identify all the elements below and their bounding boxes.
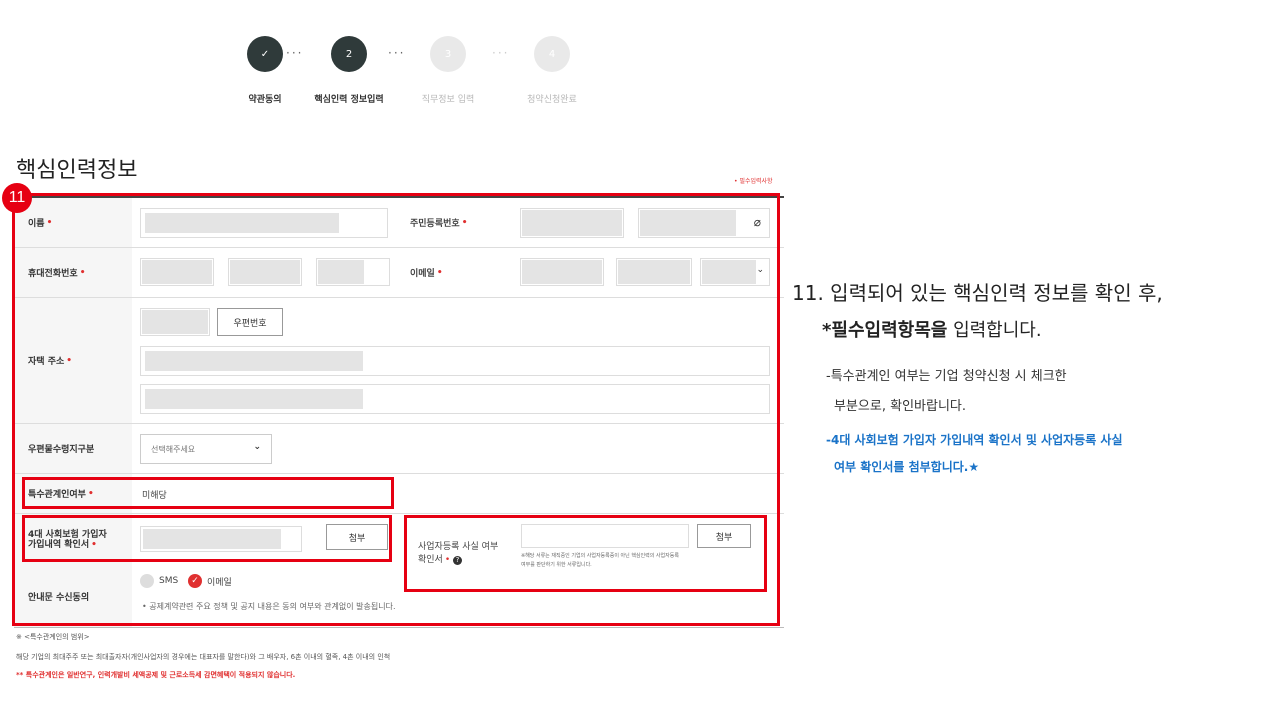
instruction-heading: 11. 입력되어 있는 핵심인력 정보를 확인 후, (792, 281, 1163, 305)
instruction-required: *필수입력항목을 입력합니다. (822, 320, 1042, 341)
step-job-info: 3 직무정보 입력 (403, 36, 493, 105)
instruction-attachments: -4대 사회보험 가입자 가입내역 확인서 및 사업자등록 사실 여부 확인서를… (826, 433, 1123, 474)
step-number: 2 (331, 36, 367, 72)
progress-stepper: ✓ 약관동의 ··· 2 핵심인력 정보입력 ··· 3 직무정보 입력 ···… (220, 36, 600, 106)
step-label: 핵심인력 정보입력 (314, 95, 384, 105)
required-note: • 필수입력사항 (734, 178, 773, 185)
checkmark-icon: ✓ (247, 36, 283, 72)
instruction-special-relation: -특수관계인 여부는 기업 청약신청 시 체크한 부분으로, 확인바랍니다. (826, 369, 1067, 414)
footnote-title: ※ <특수관계인의 범위> (16, 633, 90, 641)
step-label: 직무정보 입력 (421, 95, 475, 105)
step-number: 3 (430, 36, 466, 72)
step-number: 4 (534, 36, 570, 72)
annotation-badge: 11 (2, 183, 32, 213)
step-label: 약관동의 (248, 95, 282, 105)
highlight-special-relation (22, 477, 394, 509)
highlight-business-registration (404, 515, 767, 592)
step-label: 청약신청완료 (527, 95, 577, 105)
step-core-info: 2 핵심인력 정보입력 (304, 36, 394, 105)
step-complete: 4 청약신청완료 (507, 36, 597, 105)
page-title: 핵심인력정보 (16, 158, 138, 183)
highlight-insurance (22, 515, 392, 562)
step-separator: ··· (286, 46, 304, 60)
footnote-scope: 해당 기업의 최대주주 또는 최대출자자(개인사업자의 경우에는 대표자를 말한… (16, 653, 391, 661)
footnote-warning: ** 특수관계인은 일반연구, 인력개발비 세액공제 및 근로소득세 감면혜택이… (16, 671, 296, 679)
